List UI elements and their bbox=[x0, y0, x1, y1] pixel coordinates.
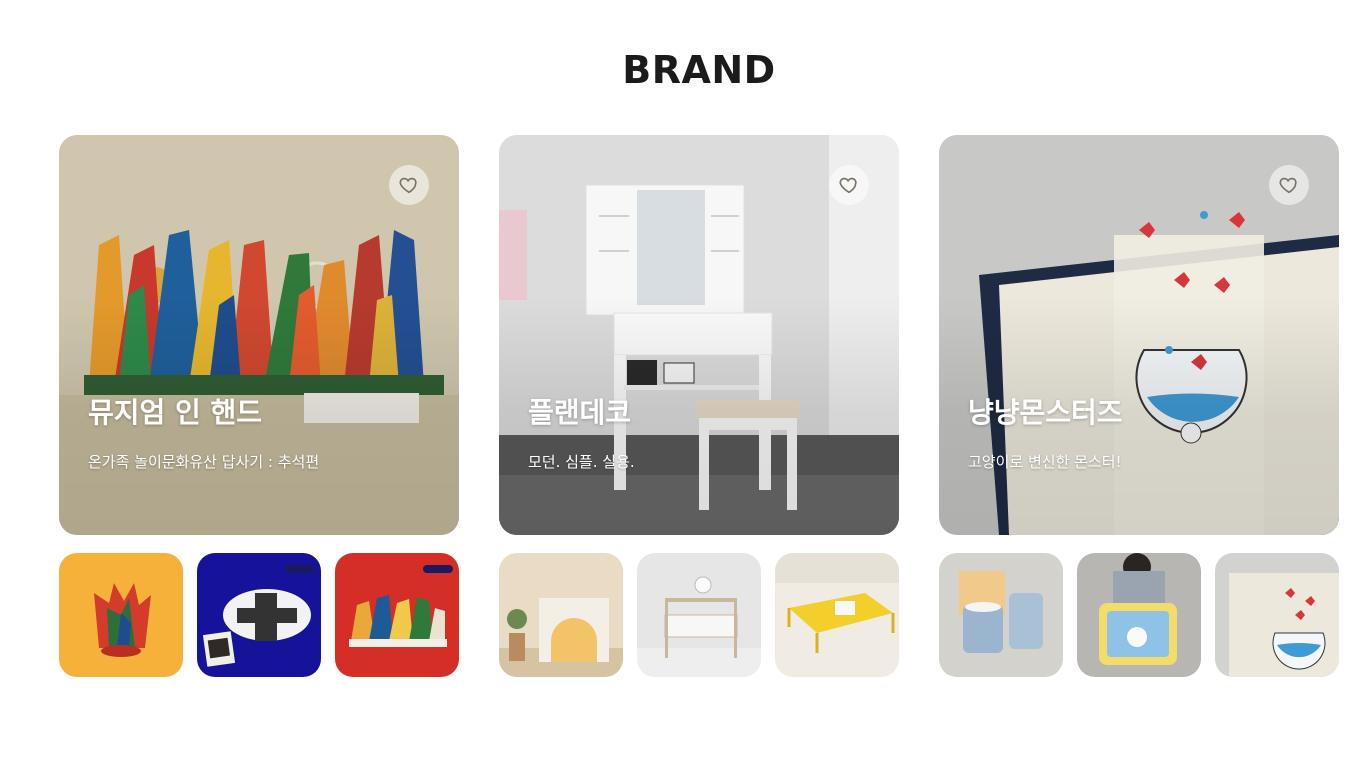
brand-thumbnails bbox=[59, 553, 459, 677]
brand-tagline: 모던. 심플. 실용. bbox=[528, 453, 635, 471]
product-image-nightstand bbox=[637, 553, 761, 677]
product-thumbnail[interactable] bbox=[939, 553, 1063, 677]
product-thumbnail[interactable] bbox=[197, 553, 321, 677]
product-image-paper-flower bbox=[59, 553, 183, 677]
product-image-bookmark bbox=[1215, 553, 1339, 677]
brand-name: 냥냥몬스터즈 bbox=[968, 396, 1123, 429]
brand-tagline: 온가족 놀이문화유산 답사기 : 추석편 bbox=[88, 453, 320, 471]
brand-hero-image[interactable]: 냥냥몬스터즈 고양이로 변신한 몬스터! bbox=[939, 135, 1339, 535]
brand-thumbnails bbox=[499, 553, 899, 677]
product-image-console-table bbox=[499, 553, 623, 677]
product-thumbnail[interactable] bbox=[1215, 553, 1339, 677]
product-image-mug-set bbox=[939, 553, 1063, 677]
product-image-board-game bbox=[197, 553, 321, 677]
product-thumbnail[interactable] bbox=[775, 553, 899, 677]
product-thumbnail[interactable] bbox=[1077, 553, 1201, 677]
brand-card-plandeco: 플랜데코 모던. 심플. 실용. bbox=[499, 135, 899, 677]
product-image-folding-screen bbox=[335, 553, 459, 677]
brand-tagline: 고양이로 변신한 몬스터! bbox=[968, 453, 1122, 471]
product-thumbnail[interactable] bbox=[637, 553, 761, 677]
heart-outline-icon[interactable] bbox=[829, 165, 869, 205]
brand-thumbnails bbox=[939, 553, 1339, 677]
section-title: BRAND bbox=[622, 48, 776, 92]
brand-hero-image[interactable]: 뮤지엄 인 핸드 온가족 놀이문화유산 답사기 : 추석편 bbox=[59, 135, 459, 535]
brand-card-nyangnyang-monsters: 냥냥몬스터즈 고양이로 변신한 몬스터! bbox=[939, 135, 1339, 677]
brand-hero-image[interactable]: 플랜데코 모던. 심플. 실용. bbox=[499, 135, 899, 535]
product-image-laptop-pouch bbox=[1077, 553, 1201, 677]
product-thumbnail[interactable] bbox=[335, 553, 459, 677]
heart-outline-icon[interactable] bbox=[1269, 165, 1309, 205]
product-thumbnail[interactable] bbox=[59, 553, 183, 677]
product-image-coffee-table bbox=[775, 553, 899, 677]
brand-card-museum-in-hand: 뮤지엄 인 핸드 온가족 놀이문화유산 답사기 : 추석편 bbox=[59, 135, 459, 677]
brand-name: 플랜데코 bbox=[528, 396, 632, 429]
brand-name: 뮤지엄 인 핸드 bbox=[88, 396, 263, 429]
heart-outline-icon[interactable] bbox=[389, 165, 429, 205]
product-thumbnail[interactable] bbox=[499, 553, 623, 677]
